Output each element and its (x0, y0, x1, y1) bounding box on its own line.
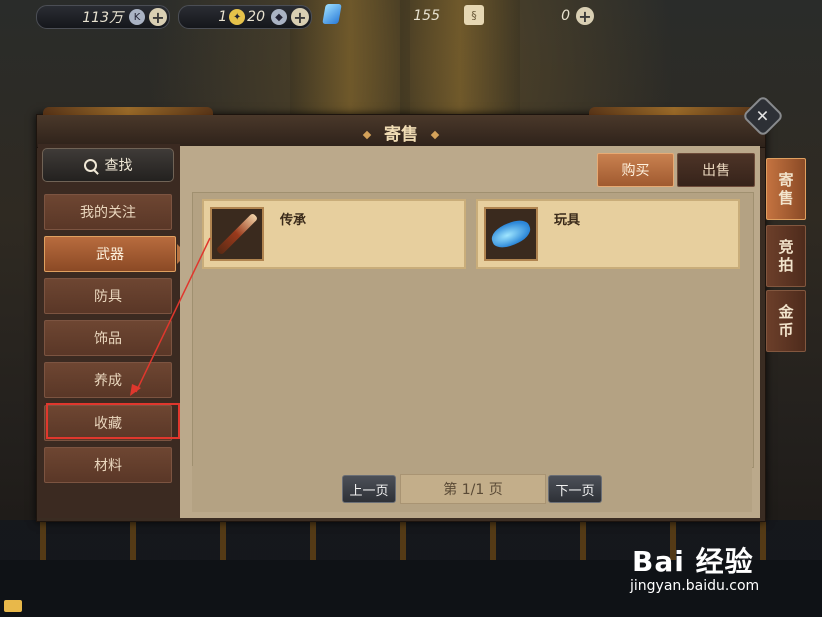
folder-icon[interactable] (4, 600, 22, 612)
watermark-brand: Bai 经验 (632, 545, 754, 578)
watermark-url: jingyan.baidu.com (630, 578, 760, 594)
annotation-arrow (130, 237, 211, 396)
